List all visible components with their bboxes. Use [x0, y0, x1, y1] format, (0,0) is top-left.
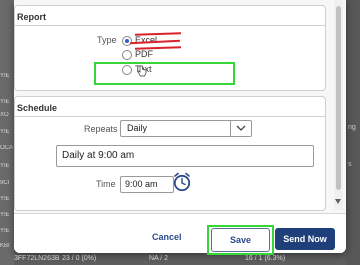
highlight-box-text-option [94, 62, 235, 85]
background-row-code: YIE [0, 129, 10, 135]
cancel-button[interactable]: Cancel [152, 232, 182, 242]
dialog-scrollbar[interactable] [334, 0, 343, 210]
section-divider [15, 25, 325, 26]
background-row-code: YIE [0, 99, 10, 105]
background-row-code: KBI [0, 243, 10, 249]
time-label: Time [96, 179, 116, 189]
chevron-down-icon [236, 125, 246, 131]
background-left-strip: YIE YIE XO YIE OCA YIE 9CI YIE YIE YIE K… [0, 0, 14, 265]
background-cell: 23 / 0 (0%) [62, 255, 97, 262]
background-row-code: YIE [0, 163, 10, 169]
repeats-select-value: Daily [127, 123, 148, 133]
background-right-text: s [348, 161, 352, 168]
repeats-label: Repeats [84, 124, 118, 134]
scroll-down-arrow-icon[interactable] [335, 199, 341, 204]
background-cell-code: 3FF72LN263B [14, 255, 60, 262]
schedule-summary-field[interactable]: Daily at 9:00 am [56, 145, 314, 167]
clock-icon [173, 172, 191, 192]
dialog-body: Report Type Excel PDF Text Schedule Repe… [14, 0, 346, 213]
background-cell: NA / 2 [149, 255, 169, 262]
time-picker-button[interactable] [172, 172, 192, 192]
report-section-title: Report [17, 12, 46, 22]
schedule-section-title: Schedule [17, 103, 58, 113]
repeats-select[interactable]: Daily [120, 120, 252, 137]
background-row-code: OCA [0, 145, 14, 151]
save-button[interactable]: Save [211, 228, 270, 252]
background-row-code: XO [0, 112, 9, 118]
background-row-code: YIE [0, 196, 10, 202]
radio-label-pdf: PDF [135, 49, 153, 59]
background-row-code: 9CI [0, 180, 10, 186]
background-row-code: YIE [0, 73, 10, 79]
cursor-icon [137, 65, 147, 77]
radio-button-excel[interactable] [122, 36, 132, 46]
time-value: 9:00 am [125, 179, 158, 189]
radio-button-pdf[interactable] [122, 50, 132, 60]
background-row-code: YIE [0, 212, 10, 218]
schedule-report-dialog: Report Type Excel PDF Text Schedule Repe… [14, 0, 346, 253]
time-input[interactable]: 9:00 am [120, 176, 174, 193]
repeats-dropdown-button[interactable] [230, 121, 251, 136]
background-row-code: YIE [0, 228, 10, 234]
send-now-button[interactable]: Send Now [275, 228, 335, 250]
background-right-text: ng [348, 124, 356, 131]
schedule-summary-text: Daily at 9:00 am [62, 150, 135, 161]
scrollbar-thumb[interactable] [336, 6, 341, 190]
section-divider [15, 116, 325, 117]
type-label: Type [97, 35, 117, 45]
background-cell: 16 / 1 (6.3%) [245, 255, 286, 262]
